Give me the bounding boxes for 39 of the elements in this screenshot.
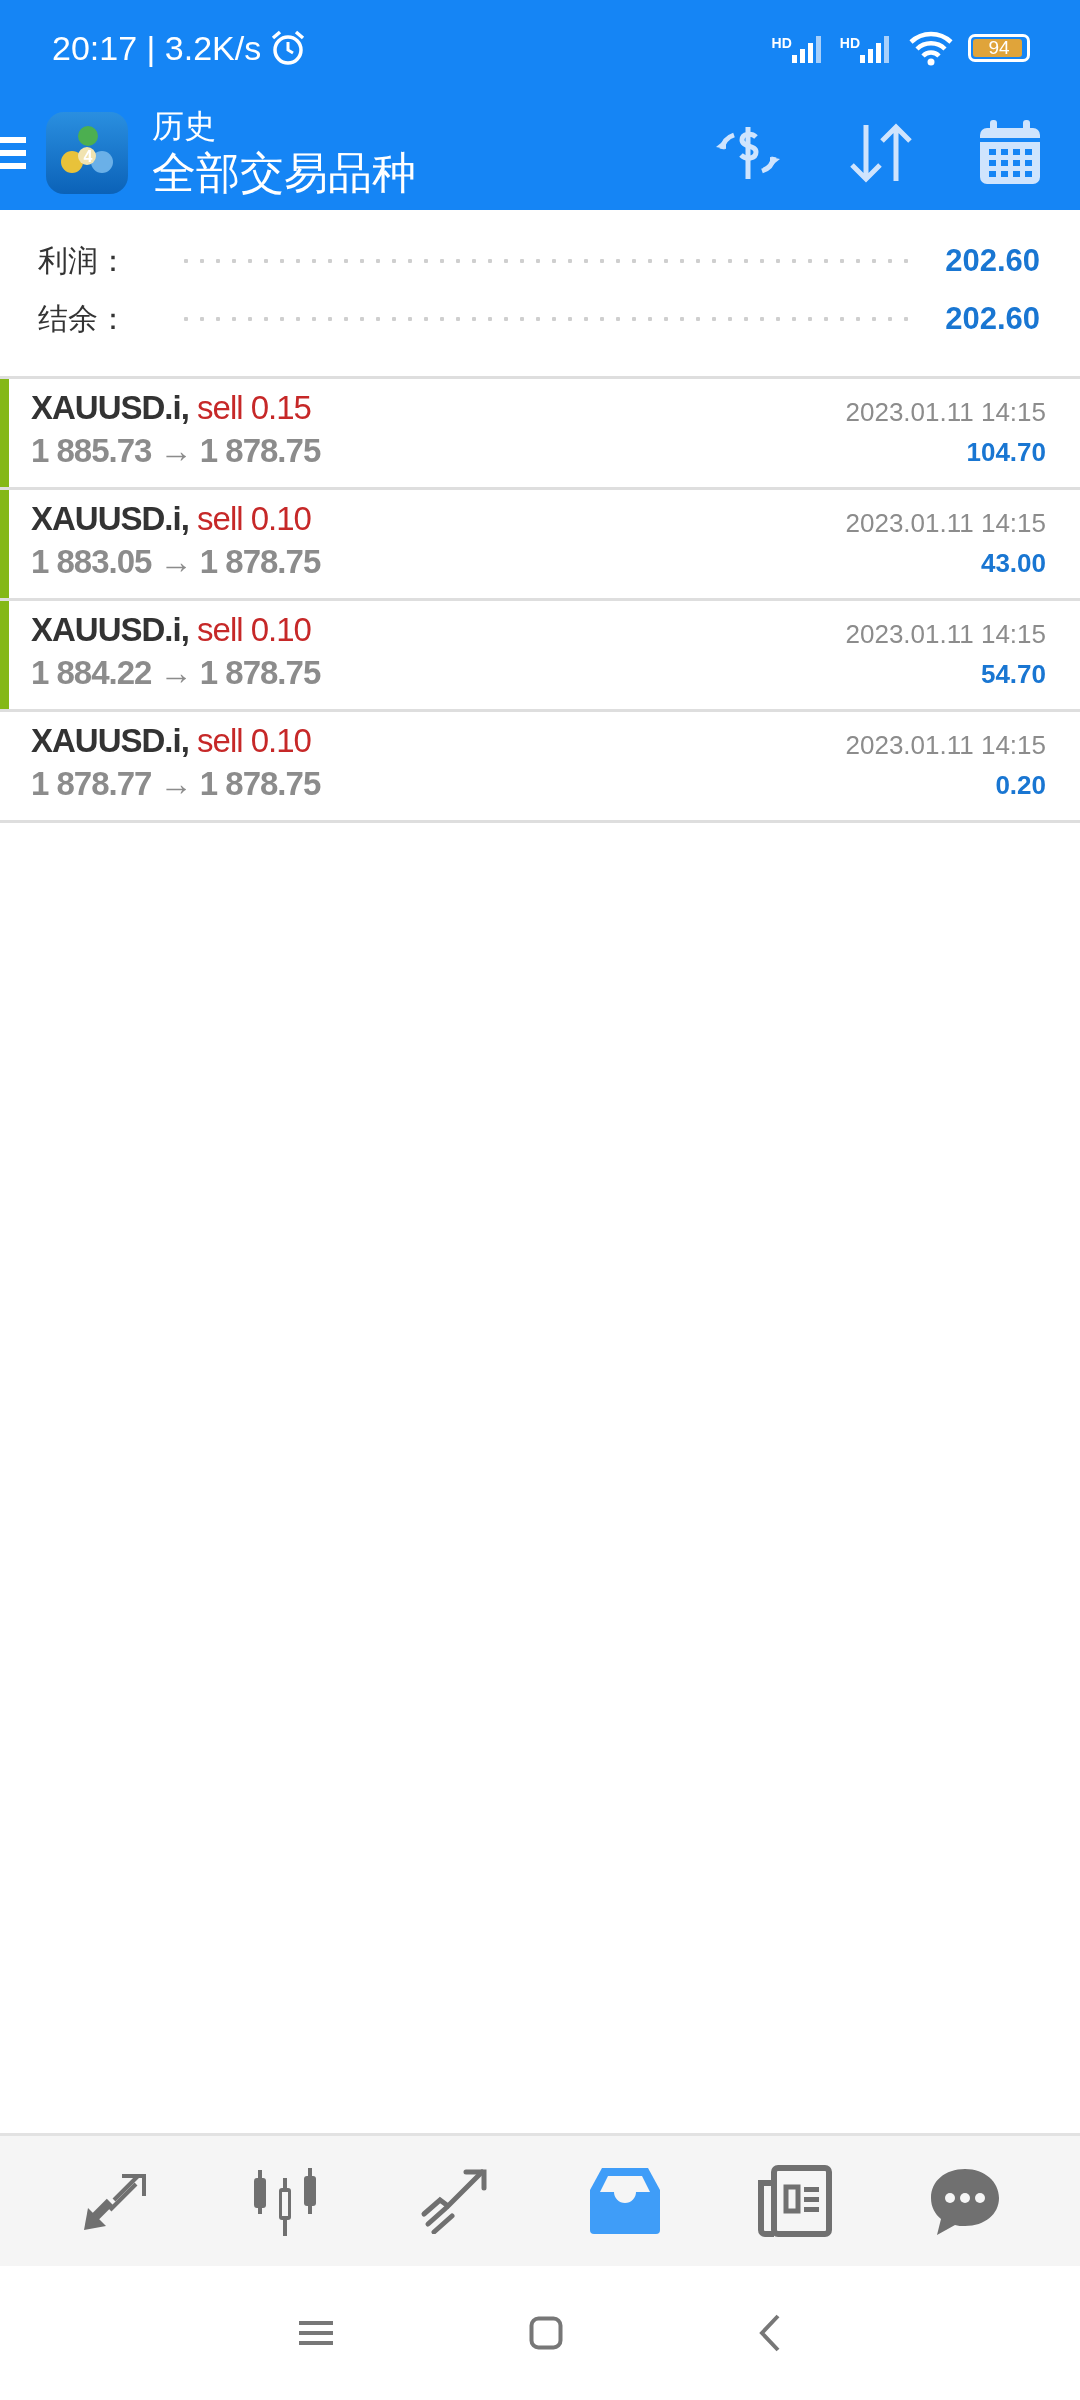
deal-side: sell 0.10	[197, 722, 311, 759]
deal-profit: 54.70	[980, 658, 1046, 691]
deal-symbol: XAUUSD.i,	[31, 722, 189, 759]
deal-row[interactable]: XAUUSD.i, sell 0.10 1 883.05 → 1 878.75 2023.01.11 14:15 43.00	[0, 490, 1080, 601]
deal-prices: 1 884.22 → 1 878.75	[31, 653, 321, 693]
calendar-icon[interactable]	[978, 120, 1042, 186]
deal-time: 2023.01.11 14:15	[845, 618, 1046, 651]
deal-prices: 1 883.05 → 1 878.75	[31, 542, 321, 582]
deal-prices: 1 878.77 → 1 878.75	[31, 764, 321, 804]
deal-time: 2023.01.11 14:15	[845, 396, 1046, 429]
menu-icon[interactable]	[299, 2319, 333, 2347]
deal-profit: 104.70	[966, 436, 1046, 469]
deal-side: sell 0.10	[197, 611, 311, 648]
summary-value: 202.60	[945, 301, 1040, 337]
clock-time: 20:17	[52, 28, 138, 68]
deal-prices: 1 885.73 → 1 878.75	[31, 431, 321, 471]
back-icon[interactable]	[759, 2314, 781, 2352]
deal-side: sell 0.15	[197, 389, 311, 426]
deal-side: sell 0.10	[197, 500, 311, 537]
deal-row[interactable]: XAUUSD.i, sell 0.10 1 878.77 → 1 878.75 2023.01.11 14:15 0.20	[0, 712, 1080, 823]
deal-symbol: XAUUSD.i,	[31, 611, 189, 648]
deal-profit: 43.00	[980, 547, 1046, 580]
network-speed: | 3.2K/s	[146, 28, 262, 68]
screen-title: 历史	[152, 107, 217, 146]
wifi-icon	[908, 30, 954, 66]
deal-row[interactable]: XAUUSD.i, sell 0.15 1 885.73 → 1 878.75 2023.01.11 14:15 104.70	[0, 379, 1080, 490]
summary-value: 202.60	[945, 243, 1040, 279]
deal-profit: 0.20	[995, 769, 1046, 802]
deal-symbol: XAUUSD.i,	[31, 500, 189, 537]
home-icon[interactable]	[529, 2316, 563, 2350]
deal-time: 2023.01.11 14:15	[845, 507, 1046, 540]
deal-symbol: XAUUSD.i,	[31, 389, 189, 426]
summary-label: 利润：	[38, 242, 129, 279]
battery-icon: 94	[968, 34, 1030, 62]
summary-label: 结余：	[38, 300, 129, 337]
deal-row[interactable]: XAUUSD.i, sell 0.10 1 884.22 → 1 878.75 2023.01.11 14:15 54.70	[0, 601, 1080, 712]
deal-time: 2023.01.11 14:15	[845, 729, 1046, 762]
app-logo: 4	[46, 112, 128, 194]
symbol-filter-title[interactable]: 全部交易品种	[152, 146, 712, 200]
